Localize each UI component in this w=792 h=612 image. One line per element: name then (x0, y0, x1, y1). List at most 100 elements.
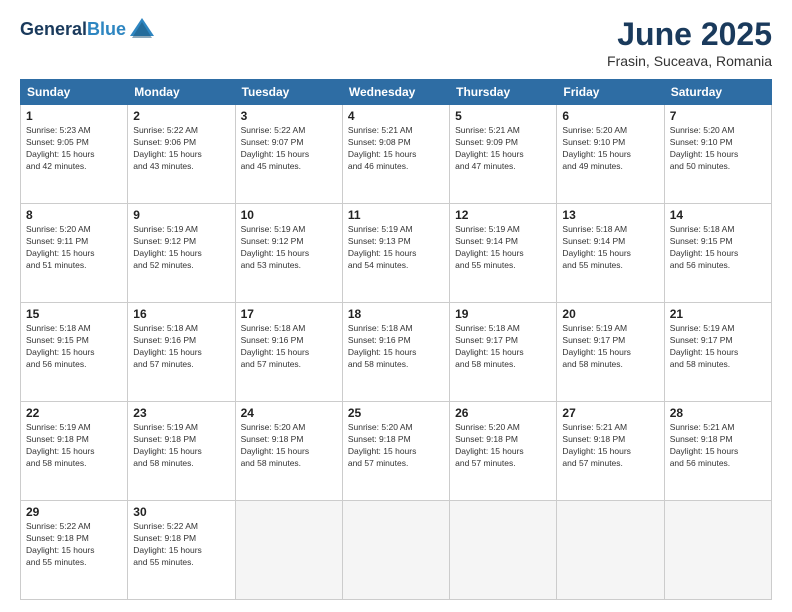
day-info: Sunrise: 5:19 AM Sunset: 9:14 PM Dayligh… (455, 224, 551, 272)
table-row: 1 Sunrise: 5:23 AM Sunset: 9:05 PM Daylig… (21, 105, 128, 204)
table-row: 16Sunrise: 5:18 AM Sunset: 9:16 PM Dayli… (128, 303, 235, 402)
day-info: Sunrise: 5:21 AM Sunset: 9:09 PM Dayligh… (455, 125, 551, 173)
day-info: Sunrise: 5:18 AM Sunset: 9:15 PM Dayligh… (670, 224, 766, 272)
table-row: 27 Sunrise: 5:21 AM Sunset: 9:18 PM Dayli… (557, 402, 664, 501)
table-row: 28 Sunrise: 5:21 AM Sunset: 9:18 PM Dayli… (664, 402, 771, 501)
day-number: 2 (133, 109, 229, 123)
table-row (342, 501, 449, 600)
logo-icon (128, 16, 156, 44)
table-row: 10Sunrise: 5:19 AM Sunset: 9:12 PM Dayli… (235, 204, 342, 303)
day-info: Sunrise: 5:19 AM Sunset: 9:17 PM Dayligh… (562, 323, 658, 371)
day-number: 10 (241, 208, 337, 222)
table-row: 9 Sunrise: 5:19 AM Sunset: 9:12 PM Daylig… (128, 204, 235, 303)
table-row: 4 Sunrise: 5:21 AM Sunset: 9:08 PM Daylig… (342, 105, 449, 204)
table-row: 29 Sunrise: 5:22 AM Sunset: 9:18 PM Dayli… (21, 501, 128, 600)
day-info: Sunrise: 5:19 AM Sunset: 9:18 PM Dayligh… (133, 422, 229, 470)
day-number: 29 (26, 505, 122, 519)
logo-text: GeneralBlue (20, 20, 126, 40)
day-number: 17 (241, 307, 337, 321)
day-number: 11 (348, 208, 444, 222)
title-block: June 2025 Frasin, Suceava, Romania (607, 16, 772, 69)
day-number: 25 (348, 406, 444, 420)
day-info: Sunrise: 5:22 AM Sunset: 9:18 PM Dayligh… (133, 521, 229, 569)
table-row (450, 501, 557, 600)
day-number: 9 (133, 208, 229, 222)
table-row: 25 Sunrise: 5:20 AM Sunset: 9:18 PM Dayli… (342, 402, 449, 501)
day-info: Sunrise: 5:18 AM Sunset: 9:17 PM Dayligh… (455, 323, 551, 371)
day-number: 3 (241, 109, 337, 123)
table-row: 14Sunrise: 5:18 AM Sunset: 9:15 PM Dayli… (664, 204, 771, 303)
table-row: 19 Sunrise: 5:18 AM Sunset: 9:17 PM Dayli… (450, 303, 557, 402)
day-number: 21 (670, 307, 766, 321)
day-number: 6 (562, 109, 658, 123)
day-number: 13 (562, 208, 658, 222)
table-row: 8 Sunrise: 5:20 AM Sunset: 9:11 PM Daylig… (21, 204, 128, 303)
day-number: 28 (670, 406, 766, 420)
table-row: 6 Sunrise: 5:20 AM Sunset: 9:10 PM Daylig… (557, 105, 664, 204)
day-number: 7 (670, 109, 766, 123)
day-info: Sunrise: 5:20 AM Sunset: 9:18 PM Dayligh… (455, 422, 551, 470)
day-number: 20 (562, 307, 658, 321)
table-row: 26Sunrise: 5:20 AM Sunset: 9:18 PM Dayli… (450, 402, 557, 501)
day-info: Sunrise: 5:19 AM Sunset: 9:17 PM Dayligh… (670, 323, 766, 371)
col-sunday: Sunday (21, 80, 128, 105)
day-number: 18 (348, 307, 444, 321)
day-number: 8 (26, 208, 122, 222)
table-row (557, 501, 664, 600)
col-saturday: Saturday (664, 80, 771, 105)
table-row: 24 Sunrise: 5:20 AM Sunset: 9:18 PM Dayli… (235, 402, 342, 501)
table-row: 12 Sunrise: 5:19 AM Sunset: 9:14 PM Dayli… (450, 204, 557, 303)
day-number: 19 (455, 307, 551, 321)
col-wednesday: Wednesday (342, 80, 449, 105)
table-row: 17 Sunrise: 5:18 AM Sunset: 9:16 PM Dayli… (235, 303, 342, 402)
table-row: 3Sunrise: 5:22 AM Sunset: 9:07 PM Daylig… (235, 105, 342, 204)
day-info: Sunrise: 5:21 AM Sunset: 9:08 PM Dayligh… (348, 125, 444, 173)
day-info: Sunrise: 5:20 AM Sunset: 9:18 PM Dayligh… (348, 422, 444, 470)
day-info: Sunrise: 5:18 AM Sunset: 9:15 PM Dayligh… (26, 323, 122, 371)
header: GeneralBlue June 2025 Frasin, Suceava, R… (20, 16, 772, 69)
day-info: Sunrise: 5:20 AM Sunset: 9:10 PM Dayligh… (562, 125, 658, 173)
day-info: Sunrise: 5:20 AM Sunset: 9:18 PM Dayligh… (241, 422, 337, 470)
page: GeneralBlue June 2025 Frasin, Suceava, R… (0, 0, 792, 612)
day-number: 27 (562, 406, 658, 420)
day-info: Sunrise: 5:22 AM Sunset: 9:06 PM Dayligh… (133, 125, 229, 173)
day-info: Sunrise: 5:23 AM Sunset: 9:05 PM Dayligh… (26, 125, 122, 173)
day-info: Sunrise: 5:22 AM Sunset: 9:18 PM Dayligh… (26, 521, 122, 569)
table-row: 18 Sunrise: 5:18 AM Sunset: 9:16 PM Dayli… (342, 303, 449, 402)
day-number: 30 (133, 505, 229, 519)
col-friday: Friday (557, 80, 664, 105)
day-number: 23 (133, 406, 229, 420)
day-number: 1 (26, 109, 122, 123)
table-row: 11 Sunrise: 5:19 AM Sunset: 9:13 PM Dayli… (342, 204, 449, 303)
col-tuesday: Tuesday (235, 80, 342, 105)
table-row: 22 Sunrise: 5:19 AM Sunset: 9:18 PM Dayli… (21, 402, 128, 501)
day-info: Sunrise: 5:21 AM Sunset: 9:18 PM Dayligh… (670, 422, 766, 470)
day-info: Sunrise: 5:20 AM Sunset: 9:11 PM Dayligh… (26, 224, 122, 272)
table-row (235, 501, 342, 600)
day-number: 22 (26, 406, 122, 420)
day-info: Sunrise: 5:18 AM Sunset: 9:16 PM Dayligh… (348, 323, 444, 371)
day-info: Sunrise: 5:18 AM Sunset: 9:16 PM Dayligh… (241, 323, 337, 371)
logo: GeneralBlue (20, 16, 156, 44)
day-info: Sunrise: 5:21 AM Sunset: 9:18 PM Dayligh… (562, 422, 658, 470)
table-row: 13 Sunrise: 5:18 AM Sunset: 9:14 PM Dayli… (557, 204, 664, 303)
day-number: 24 (241, 406, 337, 420)
col-thursday: Thursday (450, 80, 557, 105)
table-row: 15 Sunrise: 5:18 AM Sunset: 9:15 PM Dayli… (21, 303, 128, 402)
calendar-subtitle: Frasin, Suceava, Romania (607, 53, 772, 69)
header-row: Sunday Monday Tuesday Wednesday Thursday… (21, 80, 772, 105)
table-row: 23 Sunrise: 5:19 AM Sunset: 9:18 PM Dayli… (128, 402, 235, 501)
day-number: 5 (455, 109, 551, 123)
day-number: 16 (133, 307, 229, 321)
day-info: Sunrise: 5:19 AM Sunset: 9:12 PM Dayligh… (133, 224, 229, 272)
day-number: 4 (348, 109, 444, 123)
table-row (664, 501, 771, 600)
table-row: 2 Sunrise: 5:22 AM Sunset: 9:06 PM Daylig… (128, 105, 235, 204)
day-info: Sunrise: 5:19 AM Sunset: 9:18 PM Dayligh… (26, 422, 122, 470)
table-row: 30 Sunrise: 5:22 AM Sunset: 9:18 PM Dayli… (128, 501, 235, 600)
day-number: 15 (26, 307, 122, 321)
day-info: Sunrise: 5:19 AM Sunset: 9:13 PM Dayligh… (348, 224, 444, 272)
table-row: 5 Sunrise: 5:21 AM Sunset: 9:09 PM Daylig… (450, 105, 557, 204)
day-info: Sunrise: 5:18 AM Sunset: 9:14 PM Dayligh… (562, 224, 658, 272)
day-number: 12 (455, 208, 551, 222)
